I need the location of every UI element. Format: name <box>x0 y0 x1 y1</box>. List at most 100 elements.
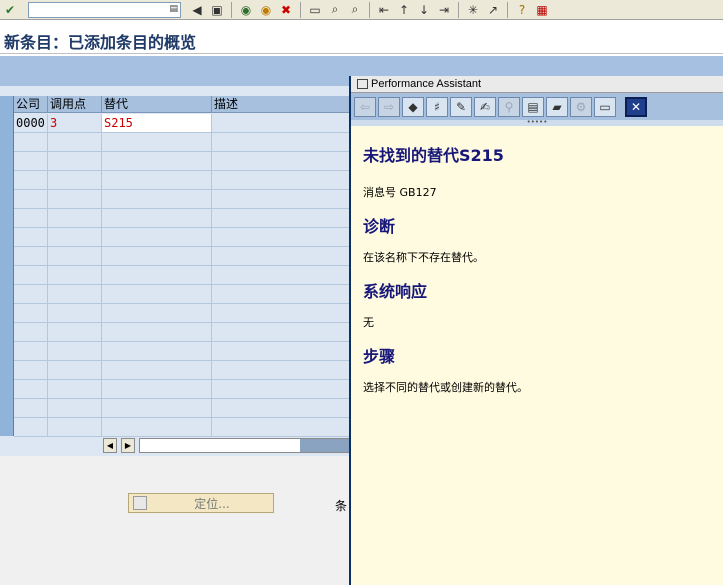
print-icon[interactable]: ▭ <box>594 96 616 117</box>
empty-cell[interactable] <box>102 209 212 228</box>
empty-cell[interactable] <box>48 304 102 323</box>
find-next-icon[interactable]: ⌕ <box>346 1 364 19</box>
empty-cell[interactable] <box>212 247 350 266</box>
empty-cell[interactable] <box>14 361 48 380</box>
empty-cell[interactable] <box>48 209 102 228</box>
forward-arrow-icon[interactable]: ⇨ <box>378 96 400 117</box>
edit-icon[interactable]: ✎ <box>450 96 472 117</box>
prev-page-icon[interactable]: ↑ <box>395 1 413 19</box>
next-page-icon[interactable]: ↓ <box>415 1 433 19</box>
empty-cell[interactable] <box>102 247 212 266</box>
scroll-track[interactable] <box>139 438 351 453</box>
first-page-icon[interactable]: ⇤ <box>375 1 393 19</box>
empty-cell[interactable] <box>212 285 350 304</box>
empty-cell[interactable] <box>48 323 102 342</box>
link-icon[interactable]: ⚲ <box>498 96 520 117</box>
empty-cell[interactable] <box>212 342 350 361</box>
new-session-icon[interactable]: ✳ <box>464 1 482 19</box>
empty-cell[interactable] <box>48 152 102 171</box>
empty-cell[interactable] <box>102 304 212 323</box>
empty-cell[interactable] <box>48 399 102 418</box>
shortcut-icon[interactable]: ↗ <box>484 1 502 19</box>
back-triangle-icon[interactable]: ◀ <box>188 1 206 19</box>
empty-cell[interactable] <box>14 209 48 228</box>
empty-cell[interactable] <box>212 133 350 152</box>
row-selector-column[interactable] <box>0 96 14 436</box>
empty-cell[interactable] <box>212 304 350 323</box>
empty-cell[interactable] <box>14 418 48 437</box>
navigation-icon[interactable]: ♯ <box>426 96 448 117</box>
empty-cell[interactable] <box>212 266 350 285</box>
command-dropdown-icon[interactable]: ▤ <box>169 4 178 14</box>
empty-cell[interactable] <box>48 418 102 437</box>
empty-cell[interactable] <box>48 342 102 361</box>
empty-cell[interactable] <box>102 399 212 418</box>
empty-cell[interactable] <box>14 342 48 361</box>
exit-icon[interactable]: ◉ <box>257 1 275 19</box>
empty-cell[interactable] <box>14 399 48 418</box>
empty-cell[interactable] <box>102 171 212 190</box>
empty-cell[interactable] <box>102 380 212 399</box>
cell-description[interactable] <box>212 114 350 133</box>
empty-cell[interactable] <box>102 152 212 171</box>
empty-cell[interactable] <box>14 266 48 285</box>
empty-cell[interactable] <box>48 190 102 209</box>
empty-cell[interactable] <box>102 361 212 380</box>
empty-cell[interactable] <box>48 285 102 304</box>
nav-back-icon[interactable]: ◉ <box>237 1 255 19</box>
quick-info-icon[interactable]: ✍ <box>474 96 496 117</box>
empty-cell[interactable] <box>212 418 350 437</box>
column-header-description[interactable]: 描述 <box>212 96 350 113</box>
empty-cell[interactable] <box>14 133 48 152</box>
table-icon[interactable]: ▤ <box>522 96 544 117</box>
empty-cell[interactable] <box>14 285 48 304</box>
empty-cell[interactable] <box>14 380 48 399</box>
empty-cell[interactable] <box>102 190 212 209</box>
empty-cell[interactable] <box>102 418 212 437</box>
cell-substitution[interactable]: S215 <box>102 114 212 133</box>
scroll-thumb[interactable] <box>300 439 351 452</box>
empty-cell[interactable] <box>48 171 102 190</box>
command-field[interactable]: ▤ <box>28 1 181 18</box>
empty-cell[interactable] <box>102 133 212 152</box>
last-page-icon[interactable]: ⇥ <box>435 1 453 19</box>
position-button[interactable]: 定位... <box>128 493 274 513</box>
empty-cell[interactable] <box>102 228 212 247</box>
empty-cell[interactable] <box>14 304 48 323</box>
empty-cell[interactable] <box>212 228 350 247</box>
empty-cell[interactable] <box>48 266 102 285</box>
empty-cell[interactable] <box>48 247 102 266</box>
empty-cell[interactable] <box>14 323 48 342</box>
cell-company[interactable]: 0000 <box>14 114 48 133</box>
empty-cell[interactable] <box>102 342 212 361</box>
empty-cell[interactable] <box>212 323 350 342</box>
layout-icon[interactable]: ▦ <box>533 1 551 19</box>
print-icon[interactable]: ▭ <box>306 1 324 19</box>
bookmark-icon[interactable]: ▰ <box>546 96 568 117</box>
cell-callpoint[interactable]: 3 <box>48 114 102 133</box>
column-header-substitution[interactable]: 替代 <box>102 96 212 113</box>
help-icon[interactable]: ? <box>513 1 531 19</box>
empty-cell[interactable] <box>212 361 350 380</box>
settings-icon[interactable]: ⚙ <box>570 96 592 117</box>
empty-cell[interactable] <box>14 228 48 247</box>
scroll-right-icon[interactable]: ▶ <box>121 438 135 453</box>
empty-cell[interactable] <box>48 361 102 380</box>
empty-cell[interactable] <box>212 190 350 209</box>
cancel-icon[interactable]: ✖ <box>277 1 295 19</box>
empty-cell[interactable] <box>212 380 350 399</box>
empty-cell[interactable] <box>14 190 48 209</box>
column-header-callpoint[interactable]: 调用点 <box>48 96 102 113</box>
column-header-company[interactable]: 公司 <box>14 96 48 113</box>
empty-cell[interactable] <box>102 285 212 304</box>
find-icon[interactable]: ⌕ <box>326 1 344 19</box>
empty-cell[interactable] <box>14 152 48 171</box>
empty-cell[interactable] <box>48 133 102 152</box>
empty-cell[interactable] <box>48 380 102 399</box>
empty-cell[interactable] <box>48 228 102 247</box>
empty-cell[interactable] <box>102 266 212 285</box>
empty-cell[interactable] <box>212 171 350 190</box>
empty-cell[interactable] <box>14 247 48 266</box>
back-arrow-icon[interactable]: ⇦ <box>354 96 376 117</box>
save-icon[interactable]: ▣ <box>208 1 226 19</box>
